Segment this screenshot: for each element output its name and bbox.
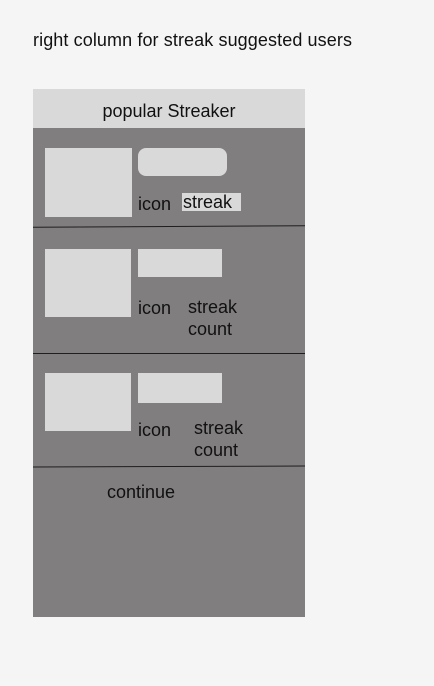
icon-placeholder-label: icon [138,298,172,318]
icon-placeholder-label: icon [138,194,172,214]
username-placeholder [138,148,227,176]
suggested-user-row[interactable]: icon streak [33,128,305,226]
streak-count-label: streak count [194,418,244,460]
suggested-users-panel: popular Streaker icon streak icon streak… [32,89,306,617]
username-placeholder [138,373,222,403]
row-divider [32,465,306,468]
continue-button[interactable]: continue [107,482,175,503]
streak-count-label: streak count [188,297,238,339]
streak-label: streak [182,193,242,212]
icon-placeholder-label: icon [138,420,172,440]
page-heading: right column for streak suggested users [33,30,353,50]
user-avatar[interactable] [45,373,131,431]
suggested-user-row[interactable]: icon streak count [33,354,305,466]
username-placeholder [138,249,222,277]
suggested-user-row[interactable]: icon streak count [33,227,305,353]
user-avatar[interactable] [45,148,132,217]
panel-header: popular Streaker [33,89,305,128]
user-avatar[interactable] [45,249,131,317]
